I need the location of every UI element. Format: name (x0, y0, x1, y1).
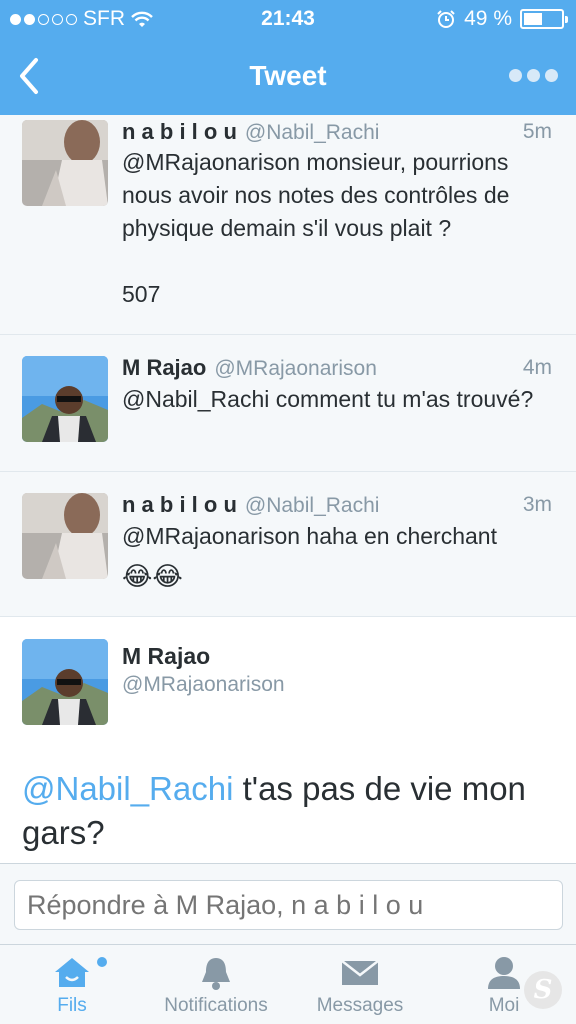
tab-label: Notifications (164, 995, 268, 1016)
header: SFR 21:43 49 % Tweet (0, 0, 576, 115)
bell-icon (202, 958, 230, 990)
tab-home[interactable]: Fils (0, 945, 144, 1024)
author-display-name: n a b i l o u (122, 119, 237, 144)
navigation-bar: Tweet (0, 38, 576, 115)
tab-bar: Fils Notifications Messages Moi S (0, 945, 576, 1024)
avatar[interactable] (22, 356, 108, 442)
tweet-timestamp: 4m (522, 356, 552, 379)
person-icon (488, 957, 520, 989)
tab-label: Messages (316, 995, 404, 1016)
author-name[interactable]: n a b i l o u @Nabil_Rachi (122, 492, 379, 518)
author-name[interactable]: n a b i l o u @Nabil_Rachi (122, 119, 379, 145)
watermark-logo: S (524, 971, 562, 1009)
author-handle: @MRajaonarison (214, 357, 377, 380)
reply-input[interactable] (14, 880, 563, 930)
author-display-name: M Rajao (122, 355, 207, 380)
new-content-dot (97, 957, 107, 967)
tweet-item[interactable]: n a b i l o u @Nabil_Rachi 5m @MRajaonari… (0, 115, 576, 335)
tweet-timestamp: 3m (522, 493, 552, 516)
page-title: Tweet (249, 60, 327, 91)
author-handle[interactable]: @MRajaonarison (122, 673, 285, 697)
tab-label: Fils (57, 995, 87, 1016)
tweet-text: @MRajaonarison monsieur, pourrions nous … (122, 149, 510, 307)
status-right: 49 % (436, 7, 568, 31)
avatar[interactable] (22, 639, 108, 725)
tab-me[interactable]: Moi S (432, 945, 576, 1024)
avatar[interactable] (22, 120, 108, 206)
home-icon (55, 958, 89, 987)
tweet-item[interactable]: n a b i l o u @Nabil_Rachi 3m @MRajaonari… (0, 472, 576, 617)
tweet-text: @Nabil_Rachi t'as pas de vie mon gars? (22, 767, 562, 855)
laughing-emoji: 😂😂 (122, 561, 183, 591)
tweet-item[interactable]: M Rajao @MRajaonarison 4m @Nabil_Rachi co… (0, 335, 576, 472)
battery-icon (520, 9, 568, 29)
author-name[interactable]: M Rajao @MRajaonarison (122, 355, 377, 381)
mention-link[interactable]: @Nabil_Rachi (22, 770, 233, 807)
tab-messages[interactable]: Messages (288, 945, 432, 1024)
status-bar: SFR 21:43 49 % (0, 0, 576, 38)
more-options-icon[interactable] (509, 69, 558, 82)
author-handle: @Nabil_Rachi (244, 494, 380, 517)
battery-percent: 49 % (464, 7, 512, 30)
tab-notifications[interactable]: Notifications (144, 945, 288, 1024)
focused-tweet: M Rajao @MRajaonarison @Nabil_Rachi t'as… (0, 617, 576, 863)
author-handle: @Nabil_Rachi (244, 121, 380, 144)
tweet-text: @Nabil_Rachi comment tu m'as trouvé? (122, 386, 534, 412)
alarm-icon (437, 10, 455, 28)
avatar[interactable] (22, 493, 108, 579)
reply-bar (0, 863, 576, 945)
tweet-timestamp: 5m (522, 120, 552, 143)
author-display-name: n a b i l o u (122, 492, 237, 517)
tweet-text: @MRajaonarison haha en cherchant (122, 523, 497, 549)
author-display-name[interactable]: M Rajao (122, 643, 210, 670)
envelope-icon (341, 960, 379, 985)
